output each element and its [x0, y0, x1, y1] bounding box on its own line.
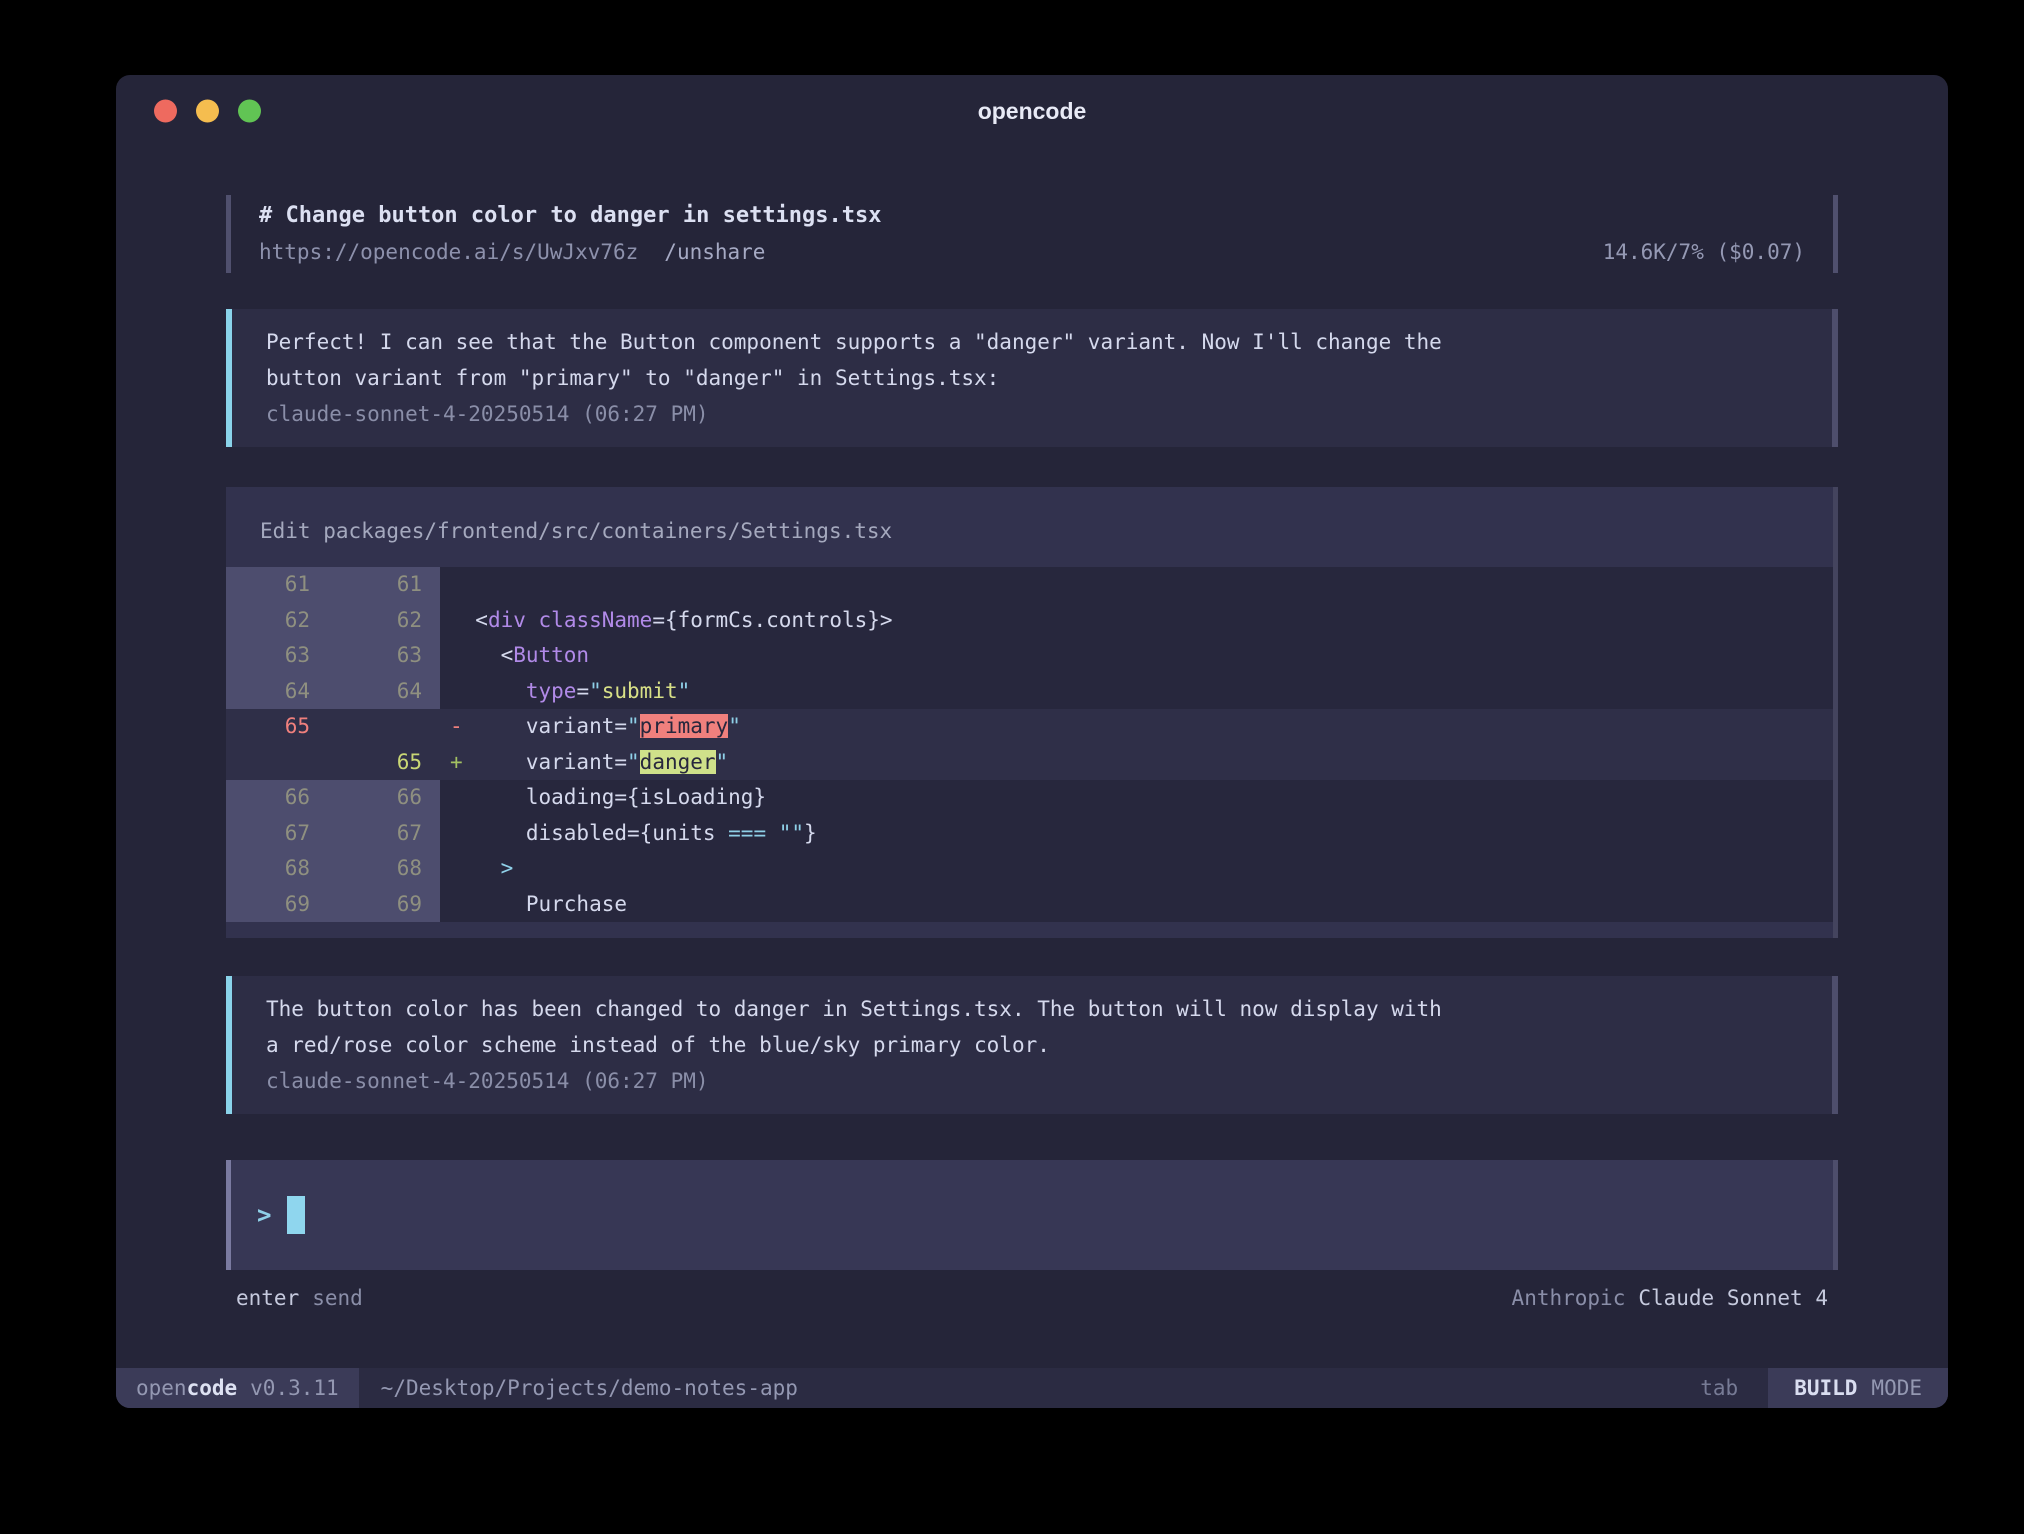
status-bar: open code v0.3.11 ~/Desktop/Projects/dem… [116, 1368, 1948, 1408]
diff-new-line-number: 64 [326, 674, 440, 710]
working-directory: ~/Desktop/Projects/demo-notes-app [359, 1368, 798, 1408]
edit-tool-panel: Edit packages/frontend/src/containers/Se… [226, 487, 1838, 938]
hint-row: enter send Anthropic Claude Sonnet 4 [226, 1286, 1838, 1310]
mode-label-rest: MODE [1871, 1376, 1922, 1400]
tab-key-hint: tab [1700, 1368, 1768, 1408]
code-diff: 61616262 <div className={formCs.controls… [226, 567, 1838, 922]
diff-code-text: <div className={formCs.controls}> [450, 603, 893, 639]
diff-row: 65 - variant="primary" [226, 709, 1838, 745]
edit-tool-title: Edit packages/frontend/src/containers/Se… [226, 519, 1838, 543]
send-action-hint: send [312, 1286, 363, 1310]
diff-code-text: > [450, 851, 513, 887]
diff-row: 6464 type="submit" [226, 674, 1838, 710]
diff-row: 65+ variant="danger" [226, 745, 1838, 781]
diff-new-line-number [326, 709, 440, 745]
message-text-line: a red/rose color scheme instead of the b… [266, 1027, 1798, 1063]
diff-code-text: loading={isLoading} [450, 780, 766, 816]
diff-row: 6262 <div className={formCs.controls}> [226, 603, 1838, 639]
diff-row: 6363 <Button [226, 638, 1838, 674]
unshare-command[interactable]: /unshare [664, 234, 765, 271]
model-provider: Anthropic [1512, 1286, 1626, 1310]
session-title: # Change button color to danger in setti… [259, 197, 1805, 234]
window-titlebar: opencode [116, 75, 1948, 147]
diff-new-line-number: 66 [326, 780, 440, 816]
message-text-line: button variant from "primary" to "danger… [266, 360, 1798, 396]
minimize-window-button[interactable] [196, 100, 219, 123]
terminal-content: # Change button color to danger in setti… [116, 147, 1948, 1368]
prompt-input[interactable]: > [226, 1160, 1838, 1270]
message-text-line: Perfect! I can see that the Button compo… [266, 324, 1798, 360]
statusbar-spacer [798, 1368, 1700, 1408]
diff-row: 6969 Purchase [226, 887, 1838, 923]
diff-new-line-number: 65 [326, 745, 440, 781]
close-window-button[interactable] [154, 100, 177, 123]
diff-row: 6666 loading={isLoading} [226, 780, 1838, 816]
diff-code-text: type="submit" [450, 674, 690, 710]
diff-row: 6767 disabled={units === ""} [226, 816, 1838, 852]
zoom-window-button[interactable] [238, 100, 261, 123]
diff-new-line-number: 68 [326, 851, 440, 887]
diff-old-line-number: 68 [226, 851, 326, 887]
app-version-chip: open code v0.3.11 [116, 1368, 359, 1408]
diff-old-line-number: 66 [226, 780, 326, 816]
window-title: opencode [978, 98, 1087, 125]
token-usage-cost: 14.6K/7% ($0.07) [1603, 234, 1805, 271]
diff-code-text: disabled={units === ""} [450, 816, 817, 852]
message-text-line: The button color has been changed to dan… [266, 991, 1798, 1027]
assistant-message: Perfect! I can see that the Button compo… [226, 309, 1838, 447]
app-version: v0.3.11 [250, 1376, 339, 1400]
diff-code-cell: - variant="primary" [440, 709, 1838, 745]
diff-new-line-number: 67 [326, 816, 440, 852]
session-header: # Change button color to danger in setti… [226, 195, 1838, 273]
model-name: Claude Sonnet 4 [1638, 1286, 1828, 1310]
mode-label-bold: BUILD [1794, 1376, 1857, 1400]
diff-old-line-number: 61 [226, 567, 326, 603]
diff-old-line-number: 65 [226, 709, 326, 745]
diff-code-cell: type="submit" [440, 674, 1838, 710]
diff-new-line-number: 63 [326, 638, 440, 674]
diff-code-cell [440, 567, 1838, 603]
diff-old-line-number: 63 [226, 638, 326, 674]
diff-old-line-number: 64 [226, 674, 326, 710]
diff-code-cell: + variant="danger" [440, 745, 1838, 781]
diff-old-line-number: 62 [226, 603, 326, 639]
session-subtitle-row: https://opencode.ai/s/UwJxv76z /unshare … [259, 234, 1805, 271]
prompt-chevron: > [257, 1201, 271, 1229]
text-cursor [287, 1196, 305, 1234]
share-url-link[interactable]: https://opencode.ai/s/UwJxv76z [259, 234, 638, 271]
diff-code-cell: <Button [440, 638, 1838, 674]
message-model-timestamp: claude-sonnet-4-20250514 (06:27 PM) [266, 1063, 1798, 1099]
diff-code-text: Purchase [450, 887, 627, 923]
diff-new-line-number: 69 [326, 887, 440, 923]
diff-old-line-number: 69 [226, 887, 326, 923]
diff-code-cell: loading={isLoading} [440, 780, 1838, 816]
model-indicator[interactable]: Anthropic Claude Sonnet 4 [1512, 1286, 1828, 1310]
diff-old-line-number [226, 745, 326, 781]
message-model-timestamp: claude-sonnet-4-20250514 (06:27 PM) [266, 396, 1798, 432]
diff-code-cell: <div className={formCs.controls}> [440, 603, 1838, 639]
diff-new-line-number: 61 [326, 567, 440, 603]
diff-code-cell: disabled={units === ""} [440, 816, 1838, 852]
diff-code-text: <Button [450, 638, 589, 674]
diff-new-line-number: 62 [326, 603, 440, 639]
diff-code-cell: Purchase [440, 887, 1838, 923]
diff-row: 6868 > [226, 851, 1838, 887]
diff-code-cell: > [440, 851, 1838, 887]
assistant-message: The button color has been changed to dan… [226, 976, 1838, 1114]
diff-old-line-number: 67 [226, 816, 326, 852]
diff-code-text: variant="primary" [450, 709, 741, 745]
mode-chip[interactable]: BUILD MODE [1768, 1368, 1948, 1408]
traffic-lights [154, 100, 261, 123]
app-name-suffix: code [187, 1376, 238, 1400]
enter-key-hint: enter [236, 1286, 299, 1310]
diff-code-text: variant="danger" [450, 745, 728, 781]
app-name-prefix: open [136, 1376, 187, 1400]
opencode-terminal-window: opencode # Change button color to danger… [116, 75, 1948, 1408]
diff-row: 6161 [226, 567, 1838, 603]
